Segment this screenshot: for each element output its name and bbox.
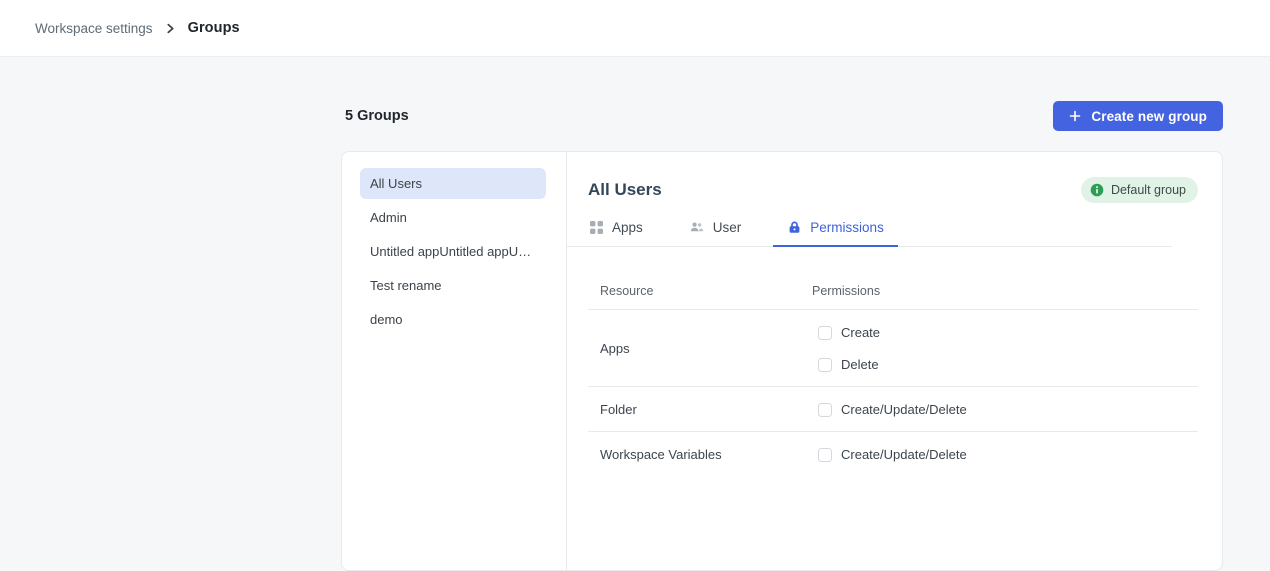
tab-apps[interactable]: Apps [575, 218, 657, 246]
groups-card: All Users Admin Untitled appUntitled appUn… [341, 151, 1223, 571]
plus-icon [1069, 110, 1081, 122]
group-list-item[interactable]: All Users [360, 168, 546, 199]
group-list-item-label: Untitled appUntitled appUntitle… [370, 244, 536, 259]
resource-name: Folder [588, 402, 812, 417]
breadcrumb-groups: Groups [188, 20, 240, 36]
permissions-table-body: Apps Create Delete Folder Create/Update/Dele… [588, 310, 1198, 476]
tab-user[interactable]: User [675, 217, 756, 246]
permission-label: Create/Update/Delete [841, 402, 967, 417]
group-list: All Users Admin Untitled appUntitled appUn… [342, 152, 567, 570]
column-header-resource: Resource [588, 284, 812, 298]
chevron-right-icon [165, 23, 176, 34]
tab-label: Apps [612, 220, 643, 235]
permission-option: Create [812, 325, 1198, 340]
group-title: All Users [588, 180, 662, 200]
default-group-label: Default group [1111, 183, 1186, 197]
column-header-permissions: Permissions [812, 284, 1198, 298]
tab-bar: Apps User Permissions [567, 217, 1172, 247]
group-list-item[interactable]: Admin [360, 202, 546, 233]
permission-label: Create [841, 325, 880, 340]
permissions-table: Resource Permissions Apps Create Delete Fol… [588, 247, 1198, 476]
group-list-item[interactable]: Untitled appUntitled appUntitle… [360, 236, 546, 267]
group-detail-panel: All Users Default group Apps User Permissi… [567, 152, 1222, 570]
permission-checkbox[interactable] [818, 403, 832, 417]
permission-label: Create/Update/Delete [841, 447, 967, 462]
group-list-item-label: Admin [370, 210, 407, 225]
permission-checkbox[interactable] [818, 326, 832, 340]
top-bar: Workspace settings Groups [0, 0, 1270, 57]
info-icon [1090, 183, 1104, 197]
table-row: Workspace Variables Create/Update/Delete [588, 432, 1198, 476]
lock-icon [787, 220, 802, 235]
groups-header-row: 5 Groups Create new group [341, 101, 1223, 131]
table-row: Folder Create/Update/Delete [588, 387, 1198, 432]
permissions-table-header: Resource Permissions [588, 247, 1198, 310]
create-new-group-label: Create new group [1091, 109, 1207, 124]
group-list-item-label: All Users [370, 176, 422, 191]
tab-permissions[interactable]: Permissions [773, 218, 898, 246]
table-row: Apps Create Delete [588, 310, 1198, 387]
breadcrumb-workspace-settings[interactable]: Workspace settings [35, 21, 153, 36]
group-list-item[interactable]: Test rename [360, 270, 546, 301]
permission-option: Create/Update/Delete [812, 402, 1198, 417]
users-icon [689, 219, 705, 235]
tab-label: User [713, 220, 742, 235]
groups-count-label: 5 Groups [341, 108, 409, 124]
permissions-cell: Create/Update/Delete [812, 402, 1198, 417]
group-list-item-label: Test rename [370, 278, 442, 293]
grid-icon [589, 220, 604, 235]
permission-checkbox[interactable] [818, 358, 832, 372]
resource-name: Workspace Variables [588, 447, 812, 462]
permissions-cell: Create Delete [812, 325, 1198, 372]
permission-checkbox[interactable] [818, 448, 832, 462]
permission-option: Create/Update/Delete [812, 447, 1198, 462]
create-new-group-button[interactable]: Create new group [1053, 101, 1223, 131]
group-list-item[interactable]: demo [360, 304, 546, 335]
permission-option: Delete [812, 357, 1198, 372]
permission-label: Delete [841, 357, 879, 372]
page-content: 5 Groups Create new group All Users Admin… [341, 101, 1223, 571]
group-list-item-label: demo [370, 312, 403, 327]
permissions-cell: Create/Update/Delete [812, 447, 1198, 462]
resource-name: Apps [588, 341, 812, 356]
tab-label: Permissions [810, 220, 884, 235]
default-group-badge: Default group [1081, 177, 1198, 203]
